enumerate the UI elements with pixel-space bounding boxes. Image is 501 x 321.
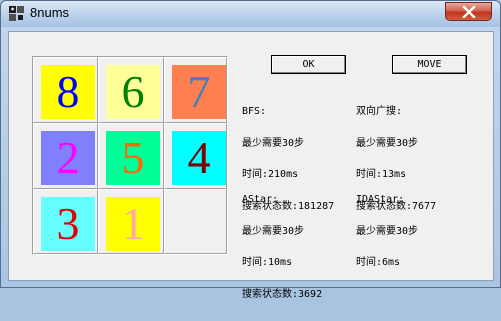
title-bar[interactable]: 8nums [1,1,500,27]
board-cell-3[interactable]: 3 [33,189,98,254]
tile-4[interactable]: 4 [172,131,226,185]
astar-name: AStar: [242,194,279,205]
tile-7[interactable]: 7 [172,65,226,119]
bfs-min-steps: 最少需要30步 [242,137,305,149]
tile-8[interactable]: 8 [41,65,95,119]
idastar-name: IDAStar: [356,194,405,205]
board-cell-empty[interactable] [164,189,227,254]
tile-5[interactable]: 5 [106,131,160,185]
move-button[interactable]: MOVE [392,55,467,74]
board-cell-8[interactable]: 8 [33,57,98,123]
board-cell-6[interactable]: 6 [98,57,164,123]
close-button[interactable] [445,2,492,21]
puzzle-app-icon [8,5,25,22]
astar-results: AStar: 最少需要30步 时间:10ms 搜索状态数:3692 [242,174,322,321]
bfs-name: BFS: [242,106,267,117]
board-cell-2[interactable]: 2 [33,123,98,189]
client-area: 86725431 OK MOVE BFS: 最少需要30步 时间:210ms 搜… [8,31,494,299]
tile-2[interactable]: 2 [41,131,95,185]
tile-6[interactable]: 6 [106,65,160,119]
astar-min-steps: 最少需要30步 [242,225,305,237]
tile-1[interactable]: 1 [106,197,160,251]
window-title: 8nums [30,5,70,20]
bidirectional-min-steps: 最少需要30步 [356,137,419,149]
board-cell-4[interactable]: 4 [164,123,227,189]
astar-time: 时间:10ms [242,257,293,268]
tile-3[interactable]: 3 [41,197,95,251]
main-window: 8nums 86725431 OK MOVE BFS: 最少需要30步 时间:2… [0,0,501,299]
idastar-min-steps: 最少需要30步 [356,225,419,237]
ok-button[interactable]: OK [271,55,346,74]
board-cell-7[interactable]: 7 [164,57,227,123]
close-icon [462,6,476,18]
puzzle-board: 867 254 31 [32,56,228,255]
idastar-time: 时间:6ms [356,257,401,268]
board-cell-1[interactable]: 1 [98,189,164,254]
astar-states: 搜索状态数:3692 [242,288,323,300]
idastar-results: IDAStar: 最少需要30步 时间:6ms [356,174,418,290]
board-cell-5[interactable]: 5 [98,123,164,189]
bidirectional-name: 双向广搜: [356,106,403,117]
